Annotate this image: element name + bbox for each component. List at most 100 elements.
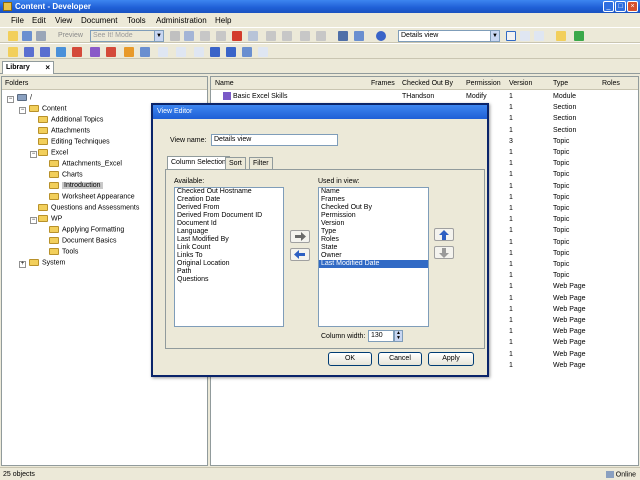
copy-icon[interactable] <box>216 31 226 41</box>
folder-view-icon[interactable] <box>556 31 566 41</box>
maximize-button[interactable]: □ <box>615 1 626 12</box>
list-item[interactable]: Owner <box>319 252 428 260</box>
list-item[interactable]: Checked Out Hostname <box>175 188 283 196</box>
refresh-icon[interactable] <box>574 31 584 41</box>
tree-node-questions[interactable]: Questions and Assessments <box>38 204 139 215</box>
tab-column-selection[interactable]: Column Selection <box>167 156 230 169</box>
tree-node-additional-topics[interactable]: Additional Topics <box>38 116 103 127</box>
column-permission[interactable]: Permission <box>466 80 501 87</box>
web-page-icon[interactable] <box>124 47 134 57</box>
publish-icon[interactable] <box>106 47 116 57</box>
record-icon[interactable] <box>170 31 180 41</box>
list-item[interactable]: Last Modified Date <box>319 260 428 268</box>
tree-node-worksheet-appearance[interactable]: Worksheet Appearance <box>49 193 135 204</box>
list-item[interactable]: State <box>319 244 428 252</box>
expand-icon[interactable]: + <box>19 261 26 268</box>
details-view-icon[interactable] <box>506 31 516 41</box>
list-item[interactable]: Type <box>319 228 428 236</box>
list-item[interactable]: Derived From Document ID <box>175 212 283 220</box>
view-combo[interactable]: Details view ▼ <box>398 30 500 42</box>
list-item[interactable]: Questions <box>175 276 283 284</box>
list-item[interactable]: Creation Date <box>175 196 283 204</box>
properties-icon[interactable] <box>248 31 258 41</box>
delete-icon[interactable] <box>232 31 242 41</box>
tree-node-introduction[interactable]: Introduction <box>49 182 103 193</box>
list-item[interactable]: Path <box>175 268 283 276</box>
column-version[interactable]: Version <box>509 80 532 87</box>
tree-node-excel[interactable]: Excel <box>38 149 68 160</box>
tab-filter[interactable]: Filter <box>249 157 273 169</box>
column-name[interactable]: Name <box>215 80 234 87</box>
list-item[interactable]: Last Modified By <box>175 236 283 244</box>
tree-node-editing-techniques[interactable]: Editing Techniques <box>38 138 110 149</box>
menu-file[interactable]: File <box>11 16 24 25</box>
move-up-button[interactable] <box>434 228 454 241</box>
table-row[interactable]: 1 Module <box>211 92 638 103</box>
column-width-input[interactable]: 130 <box>368 330 394 342</box>
new-package-icon[interactable] <box>72 47 82 57</box>
collapse-icon[interactable]: − <box>30 151 37 158</box>
new-section-icon[interactable] <box>40 47 50 57</box>
redo-icon[interactable] <box>282 31 292 41</box>
column-type[interactable]: Type <box>553 80 568 87</box>
mode-combo[interactable]: See It! Mode ▼ <box>90 30 164 42</box>
open-icon[interactable] <box>8 31 18 41</box>
list-view-icon[interactable] <box>520 31 530 41</box>
list-item[interactable]: Frames <box>319 196 428 204</box>
column-checked-out-by[interactable]: Checked Out By <box>402 80 453 87</box>
tree-node-attachments-excel[interactable]: Attachments_Excel <box>49 160 122 171</box>
tree-node-attachments[interactable]: Attachments <box>38 127 90 138</box>
used-columns-list[interactable]: Name Frames Checked Out By Permission Versio… <box>318 187 429 327</box>
tree-node-document-basics[interactable]: Document Basics <box>49 237 116 248</box>
print-icon[interactable] <box>36 31 46 41</box>
tree-node-system[interactable]: System <box>29 259 65 270</box>
move-down-button[interactable] <box>434 246 454 259</box>
menu-document[interactable]: Document <box>81 16 117 25</box>
tree-node-wp[interactable]: WP <box>38 215 62 226</box>
minimize-button[interactable]: _ <box>603 1 614 12</box>
list-item[interactable]: Version <box>319 220 428 228</box>
list-item[interactable]: Name <box>319 188 428 196</box>
available-columns-list[interactable]: Checked Out Hostname Creation Date Derived… <box>174 187 284 327</box>
collapse-icon[interactable]: − <box>7 96 14 103</box>
menu-help[interactable]: Help <box>215 16 231 25</box>
list-item[interactable]: Document Id <box>175 220 283 228</box>
menu-administration[interactable]: Administration <box>156 16 207 25</box>
doc-properties-icon[interactable] <box>158 47 168 57</box>
new-module-icon[interactable] <box>24 47 34 57</box>
link-icon[interactable] <box>176 47 186 57</box>
preview-button[interactable]: Preview <box>58 32 83 39</box>
column-frames[interactable]: Frames <box>371 80 395 87</box>
doc-icon[interactable] <box>184 31 194 41</box>
close-tab-icon[interactable]: × <box>45 63 50 72</box>
remove-column-button[interactable] <box>290 248 310 261</box>
tree-node-root[interactable]: / <box>17 94 32 105</box>
cancel-button[interactable]: Cancel <box>378 352 422 366</box>
list-item[interactable]: Checked Out By <box>319 204 428 212</box>
apply-button[interactable]: Apply <box>428 352 474 366</box>
tree-node-content[interactable]: Content <box>29 105 67 116</box>
column-roles[interactable]: Roles <box>602 80 620 87</box>
tree-node-tools[interactable]: Tools <box>49 248 78 259</box>
list-item[interactable]: Links To <box>175 252 283 260</box>
list-item[interactable]: Original Location <box>175 260 283 268</box>
list-item[interactable]: Language <box>175 228 283 236</box>
check-in-icon[interactable] <box>210 47 220 57</box>
tree-node-charts[interactable]: Charts <box>49 171 83 182</box>
list-item[interactable]: Permission <box>319 212 428 220</box>
split-view-icon[interactable] <box>534 31 544 41</box>
role-icon[interactable] <box>140 47 150 57</box>
add-column-button[interactable] <box>290 230 310 243</box>
align-icon[interactable] <box>300 31 310 41</box>
tree-node-applying-formatting[interactable]: Applying Formatting <box>49 226 124 237</box>
cut-icon[interactable] <box>200 31 210 41</box>
format-icon[interactable] <box>316 31 326 41</box>
menu-edit[interactable]: Edit <box>32 16 46 25</box>
tab-sort[interactable]: Sort <box>225 157 246 169</box>
new-folder-icon[interactable] <box>8 47 18 57</box>
new-glossary-icon[interactable] <box>90 47 100 57</box>
column-width-stepper[interactable]: ▲ ▼ <box>394 330 403 342</box>
tab-library[interactable]: Library × <box>2 61 54 74</box>
save-icon[interactable] <box>22 31 32 41</box>
menu-tools[interactable]: Tools <box>127 16 146 25</box>
